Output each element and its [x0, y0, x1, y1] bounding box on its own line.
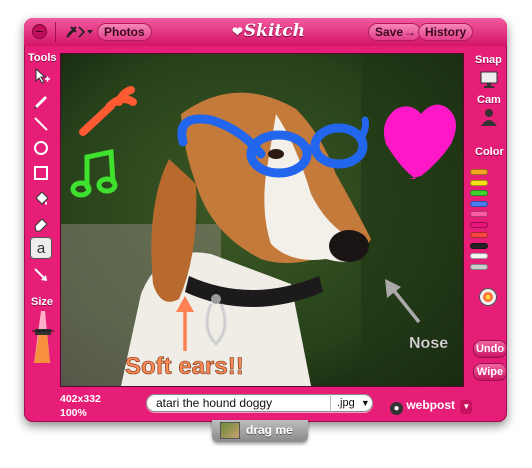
- pen-icon: [34, 96, 47, 109]
- filename-input[interactable]: [156, 395, 324, 411]
- svg-text:a: a: [37, 240, 46, 257]
- color-swatch[interactable]: [470, 169, 488, 175]
- annotation-nose: Nose: [409, 335, 448, 352]
- fill-icon: [35, 191, 49, 205]
- color-swatch[interactable]: [470, 179, 488, 186]
- drag-label: drag me: [246, 423, 293, 437]
- wipe-button[interactable]: Wipe: [473, 363, 507, 381]
- format-select[interactable]: .jpg ▼: [330, 394, 370, 412]
- arrow-tool[interactable]: [31, 265, 51, 285]
- ellipse-icon: [34, 141, 48, 155]
- pointer-tool[interactable]: [31, 66, 51, 86]
- size-label: Size: [31, 296, 54, 308]
- undo-button[interactable]: Undo: [473, 340, 507, 358]
- monitor-icon: [480, 71, 498, 88]
- color-swatch[interactable]: [470, 200, 488, 207]
- color-swatch[interactable]: [470, 221, 488, 228]
- chevron-down-icon: ▼: [460, 400, 473, 414]
- tools-label: Tools: [28, 52, 57, 64]
- cam-label: Cam: [477, 94, 501, 106]
- color-swatch[interactable]: [470, 232, 488, 238]
- glasses-bridge: [305, 143, 317, 155]
- chevron-down-icon: ▼: [360, 398, 370, 408]
- size-slider[interactable]: [30, 309, 54, 365]
- zoom-level: 100%: [60, 407, 87, 419]
- color-wheel-icon: [483, 292, 493, 302]
- annotation-layer: Soft ears!! Nose: [70, 86, 456, 380]
- save-button[interactable]: Save →: [368, 23, 422, 41]
- close-button[interactable]: [32, 24, 47, 39]
- color-swatch[interactable]: [470, 211, 488, 217]
- pointer-icon: [35, 67, 50, 84]
- person-icon: [481, 109, 497, 126]
- snap-button[interactable]: [478, 70, 500, 88]
- color-swatch[interactable]: [470, 253, 488, 259]
- music-note-drawing: [70, 148, 118, 198]
- format-value: .jpg: [337, 397, 355, 409]
- photos-button[interactable]: Photos: [97, 23, 152, 41]
- arrow-icon: [34, 268, 47, 281]
- eraser-tool[interactable]: [31, 213, 51, 233]
- color-swatch[interactable]: [470, 190, 488, 196]
- color-label: Color: [475, 146, 504, 158]
- globe-icon: ●: [390, 402, 403, 415]
- color-swatch[interactable]: [470, 242, 488, 249]
- text-tool[interactable]: a: [30, 237, 52, 259]
- color-picker-button[interactable]: [479, 288, 497, 306]
- rectangle-icon: [34, 166, 48, 180]
- rectangle-tool[interactable]: [31, 163, 51, 183]
- tools-icon: [66, 26, 93, 38]
- snap-label: Snap: [475, 54, 502, 66]
- color-swatch[interactable]: [470, 263, 488, 270]
- glasses-right-arm: [357, 116, 369, 142]
- fill-tool[interactable]: [31, 188, 51, 208]
- tools-menu-button[interactable]: [65, 24, 95, 40]
- skitch-logo: ❤Skitch: [232, 21, 305, 41]
- text-icon: a: [37, 240, 46, 257]
- title-bar: Photos ❤Skitch Save → History: [24, 18, 507, 46]
- arrow-right-icon: →: [404, 25, 417, 39]
- size-slider-icon: [32, 311, 54, 363]
- eraser-icon: [34, 218, 48, 232]
- history-button[interactable]: History: [418, 23, 474, 41]
- drawing-canvas[interactable]: Soft ears!! Nose: [61, 54, 463, 386]
- red-scribble: [79, 86, 137, 136]
- ellipse-tool[interactable]: [31, 138, 51, 158]
- pink-heart: [383, 104, 456, 179]
- ears-arrow-head: [176, 296, 194, 312]
- divider: [55, 22, 56, 42]
- cam-button[interactable]: [478, 108, 500, 126]
- share-button[interactable]: ● webpost ▼: [390, 398, 473, 415]
- glasses-right-lens: [310, 123, 368, 169]
- line-tool[interactable]: [31, 114, 51, 134]
- line-icon: [34, 117, 48, 131]
- nose-arrow-line: [389, 285, 421, 324]
- save-label: Save: [375, 25, 404, 39]
- drag-handle[interactable]: drag me: [212, 420, 308, 442]
- pen-tool[interactable]: [31, 90, 51, 110]
- skitch-window: Photos ❤Skitch Save → History Tools a Si…: [24, 18, 507, 422]
- share-target: webpost: [406, 398, 456, 412]
- image-dimensions: 402x332: [60, 393, 101, 405]
- thumbnail-image: [221, 423, 239, 438]
- filename-field[interactable]: .jpg ▼: [146, 394, 373, 412]
- annotation-soft-ears: Soft ears!!: [125, 353, 244, 380]
